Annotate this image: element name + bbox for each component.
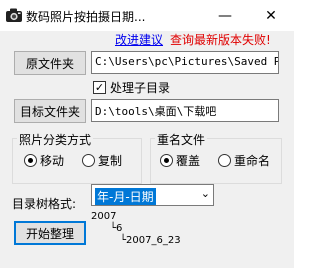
window-title: 数码照片按拍摄日期... <box>26 10 146 24</box>
radio-overwrite-label: 覆盖 <box>176 154 201 168</box>
close-button[interactable]: ✕ <box>248 0 294 31</box>
camera-icon <box>6 8 22 22</box>
tree-line-month: └6 <box>110 223 123 234</box>
check-icon: ✓ <box>93 81 106 94</box>
update-status-link[interactable]: 查询最新版本失败! <box>170 31 271 48</box>
subdir-label: 处理子目录 <box>110 81 171 95</box>
radio-selected-icon <box>24 154 37 167</box>
source-path-field[interactable]: C:\Users\pc\Pictures\Saved Pic <box>91 51 279 74</box>
radio-unselected-icon <box>218 154 231 167</box>
main-panel: 改进建议 查询最新版本失败! 原文件夹 C:\Users\pc\Pictures… <box>0 31 294 268</box>
tree-line-day: └2007_6_23 <box>120 235 181 246</box>
classify-group-title: 照片分类方式 <box>17 131 94 148</box>
subdir-checkbox[interactable]: ✓ 处理子目录 <box>93 79 170 96</box>
tree-line-year: 2007 <box>91 211 117 222</box>
start-button[interactable]: 开始整理 <box>14 221 86 245</box>
app-window: 数码照片按拍摄日期... — ✕ 改进建议 查询最新版本失败! 原文件夹 C:\… <box>0 0 294 268</box>
target-path-field[interactable]: D:\tools\桌面\下载吧 <box>91 99 279 122</box>
minimize-button[interactable]: — <box>202 0 248 31</box>
radio-move[interactable]: 移动 <box>24 152 64 169</box>
radio-overwrite[interactable]: 覆盖 <box>160 152 200 169</box>
radio-rename-label: 重命名 <box>234 154 271 168</box>
minimize-icon: — <box>218 7 232 24</box>
chevron-down-icon: ⌄ <box>200 187 210 200</box>
dir-format-select[interactable]: 年-月-日期 ⌄ <box>91 184 214 206</box>
dir-format-label: 目录树格式: <box>12 197 77 211</box>
radio-selected-icon <box>160 154 173 167</box>
dir-format-value: 年-月-日期 <box>95 188 156 205</box>
source-folder-button[interactable]: 原文件夹 <box>14 51 86 75</box>
rename-group-title: 重名文件 <box>155 131 208 148</box>
radio-copy-label: 复制 <box>98 154 123 168</box>
radio-unselected-icon <box>82 154 95 167</box>
close-icon: ✕ <box>265 7 277 24</box>
radio-move-label: 移动 <box>40 154 65 168</box>
radio-rename[interactable]: 重命名 <box>218 152 270 169</box>
radio-copy[interactable]: 复制 <box>82 152 122 169</box>
feedback-link[interactable]: 改进建议 <box>115 31 163 48</box>
title-bar: 数码照片按拍摄日期... — ✕ <box>0 0 294 31</box>
target-folder-button[interactable]: 目标文件夹 <box>14 99 86 123</box>
